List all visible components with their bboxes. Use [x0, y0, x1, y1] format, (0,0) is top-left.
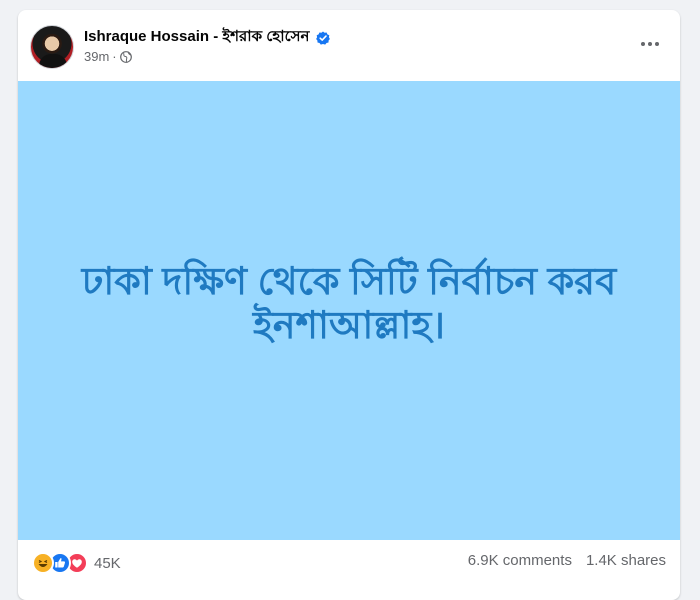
haha-reaction-icon	[32, 552, 54, 574]
engagement-stats: 6.9K comments 1.4K shares	[468, 552, 666, 569]
avatar-figure	[39, 54, 67, 68]
post-body-text: ঢাকা দক্ষিণ থেকে সিটি নির্বাচন করব ইনশাআ…	[81, 260, 617, 347]
author-avatar[interactable]	[30, 25, 74, 69]
reaction-count[interactable]: 45K	[94, 555, 121, 572]
post-header: Ishraque Hossain - ইশরাক হোসেন 39m ·	[18, 10, 680, 82]
globe-icon[interactable]	[119, 50, 132, 63]
author-line: Ishraque Hossain - ইশরাক হোসেন	[84, 25, 330, 50]
author-name[interactable]: Ishraque Hossain - ইশরাক হোসেন	[84, 25, 310, 50]
post-meta: 39m ·	[84, 49, 132, 64]
reactions-summary[interactable]: 45K	[32, 552, 121, 574]
post-footer: 45K 6.9K comments 1.4K shares	[18, 540, 680, 582]
post-time[interactable]: 39m	[84, 49, 109, 64]
verified-badge-icon	[315, 31, 330, 45]
post-card: Ishraque Hossain - ইশরাক হোসেন 39m · ঢাক…	[18, 10, 680, 600]
comments-count[interactable]: 6.9K comments	[468, 552, 572, 569]
shares-count[interactable]: 1.4K shares	[586, 552, 666, 569]
post-background: ঢাকা দক্ষিণ থেকে সিটি নির্বাচন করব ইনশাআ…	[18, 81, 680, 540]
meta-separator: ·	[112, 49, 117, 64]
more-options-icon[interactable]	[634, 31, 666, 57]
